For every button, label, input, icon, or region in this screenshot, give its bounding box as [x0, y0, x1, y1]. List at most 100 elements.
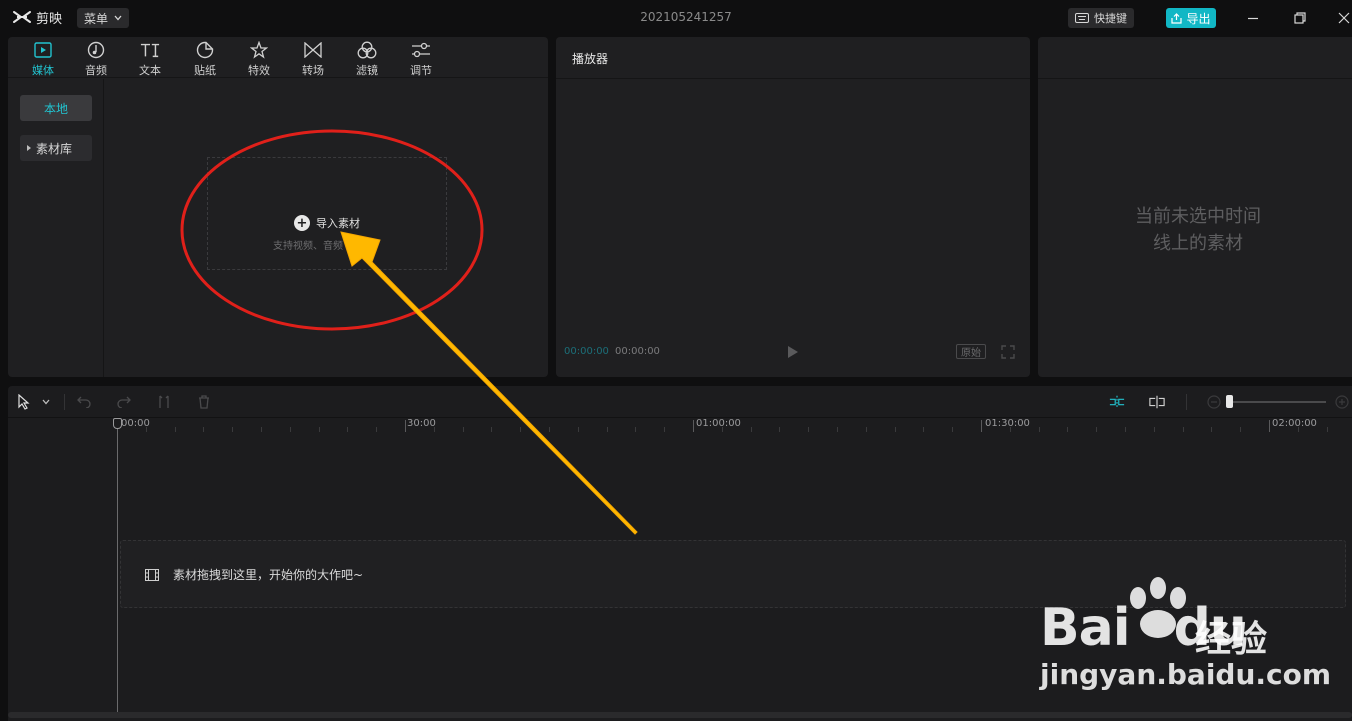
tab-audio-label: 音频 — [85, 64, 107, 77]
ruler-minor-tick — [606, 427, 608, 432]
title-bar: 剪映 菜单 202105241257 快捷键 导出 — [0, 0, 1352, 34]
plus-icon: + — [294, 215, 310, 231]
snap-icon — [1109, 395, 1125, 409]
ruler-minor-tick — [808, 427, 810, 432]
restore-button[interactable] — [1290, 8, 1310, 28]
zoom-out-button[interactable] — [1206, 394, 1222, 410]
sidebar-item-local[interactable]: 本地 — [20, 95, 92, 121]
ruler-minor-tick — [232, 427, 234, 432]
tab-transition[interactable]: 转场 — [293, 40, 333, 78]
audio-icon — [86, 40, 106, 60]
tab-audio[interactable]: 音频 — [76, 40, 116, 78]
ruler-minor-tick — [289, 427, 291, 432]
ruler-minor-tick — [145, 427, 147, 432]
keyboard-icon — [1075, 13, 1089, 23]
ruler-minor-tick — [865, 427, 867, 432]
tab-text[interactable]: 文本 — [130, 40, 170, 78]
export-button[interactable]: 导出 — [1166, 8, 1216, 28]
ruler-minor-tick — [261, 427, 262, 432]
zoom-slider-track[interactable] — [1226, 401, 1326, 403]
film-icon — [145, 568, 159, 581]
text-icon — [140, 40, 160, 60]
detail-empty-line-2: 线上的素材 — [1153, 233, 1243, 254]
fullscreen-button[interactable] — [1001, 344, 1015, 359]
tab-filter-label: 滤镜 — [356, 64, 378, 77]
detail-panel: 当前未选中时间 线上的素材 — [1038, 37, 1352, 377]
minimize-icon — [1248, 17, 1258, 20]
caret-right-icon — [27, 145, 31, 151]
tab-filter[interactable]: 滤镜 — [347, 40, 387, 78]
tab-media-label: 媒体 — [32, 64, 54, 77]
select-tool-dropdown[interactable] — [38, 394, 54, 410]
tab-text-label: 文本 — [139, 64, 161, 77]
toolbar-divider — [64, 394, 65, 410]
ruler-label: 30:00 — [407, 418, 436, 429]
ruler-minor-tick — [1240, 427, 1242, 432]
ruler-minor-tick — [664, 427, 666, 432]
ruler-minor-tick — [1297, 427, 1299, 432]
aspect-original-button[interactable]: 原始 — [956, 344, 986, 359]
import-dropzone[interactable] — [207, 157, 447, 270]
magnet-snap-button[interactable] — [1109, 394, 1125, 410]
ruler-minor-tick — [577, 427, 579, 432]
timeline-scrollbar[interactable] — [8, 712, 1352, 718]
play-button[interactable] — [786, 344, 800, 358]
tab-adjust[interactable]: 调节 — [401, 40, 441, 78]
sidebar-item-library[interactable]: 素材库 — [20, 135, 92, 161]
ruler-minor-tick — [462, 427, 464, 432]
cursor-icon — [18, 394, 30, 410]
tab-media[interactable]: 媒体 — [23, 40, 63, 78]
player-panel: 播放器 00:00:00 00:00:00 原始 — [556, 37, 1030, 377]
ruler-minor-tick — [318, 427, 320, 432]
ruler-minor-tick — [347, 427, 349, 432]
import-media-button[interactable]: + 导入素材 — [294, 215, 360, 231]
ruler-minor-tick — [1153, 427, 1155, 432]
close-icon — [1338, 12, 1350, 24]
sidebar-item-library-label: 素材库 — [36, 141, 73, 156]
menu-button[interactable]: 菜单 — [77, 8, 129, 28]
ruler-minor-tick — [923, 427, 925, 432]
tab-adjust-label: 调节 — [410, 64, 432, 77]
timeline-panel: 00:00 30:00 01:00:00 01:30:00 02:00:00 素… — [8, 386, 1352, 721]
undo-icon — [77, 396, 91, 408]
zoom-out-icon — [1207, 395, 1221, 409]
player-title: 播放器 — [572, 52, 609, 66]
transition-icon — [303, 40, 323, 60]
linkage-button[interactable] — [1149, 394, 1165, 410]
undo-button[interactable] — [76, 394, 92, 410]
ruler-minor-tick — [520, 427, 522, 432]
menu-label: 菜单 — [83, 11, 108, 26]
ruler-minor-tick — [1009, 427, 1011, 432]
redo-button[interactable] — [116, 394, 132, 410]
select-tool-button[interactable] — [16, 394, 32, 410]
playhead-line[interactable] — [117, 418, 118, 714]
adjust-icon — [411, 40, 431, 60]
play-icon — [788, 346, 798, 358]
track-hint-text: 素材拖拽到这里，开始你的大作吧~ — [173, 568, 364, 582]
tab-effects[interactable]: 特效 — [239, 40, 279, 78]
split-button[interactable] — [156, 394, 172, 410]
close-button[interactable] — [1334, 8, 1352, 28]
shortcut-button[interactable]: 快捷键 — [1068, 8, 1134, 28]
timeline-ruler[interactable]: 00:00 30:00 01:00:00 01:30:00 02:00:00 — [8, 418, 1352, 432]
ruler-minor-tick — [1096, 427, 1098, 432]
ruler-minor-tick — [837, 427, 838, 432]
ruler-minor-tick — [1211, 427, 1213, 432]
ruler-major-tick — [981, 420, 982, 432]
media-toolbar: 媒体 音频 文本 贴纸 特效 转场 滤镜 调节 — [8, 37, 548, 78]
zoom-slider-handle[interactable] — [1226, 395, 1233, 408]
effects-icon — [249, 40, 269, 60]
ruler-major-tick — [405, 420, 406, 432]
app-name: 剪映 — [36, 11, 63, 27]
delete-button[interactable] — [196, 394, 212, 410]
minimize-button[interactable] — [1243, 8, 1263, 28]
trash-icon — [199, 395, 209, 409]
playhead-handle[interactable] — [113, 418, 122, 429]
media-sidebar: 本地 素材库 — [8, 79, 104, 377]
ruler-minor-tick — [635, 427, 637, 432]
zoom-in-button[interactable] — [1334, 394, 1350, 410]
media-panel: 媒体 音频 文本 贴纸 特效 转场 滤镜 调节 本地 素材库 + 导入素材 支持… — [8, 37, 548, 377]
ruler-minor-tick — [433, 427, 435, 432]
main-track-dropzone[interactable]: 素材拖拽到这里，开始你的大作吧~ — [120, 540, 1346, 608]
tab-sticker[interactable]: 贴纸 — [185, 40, 225, 78]
